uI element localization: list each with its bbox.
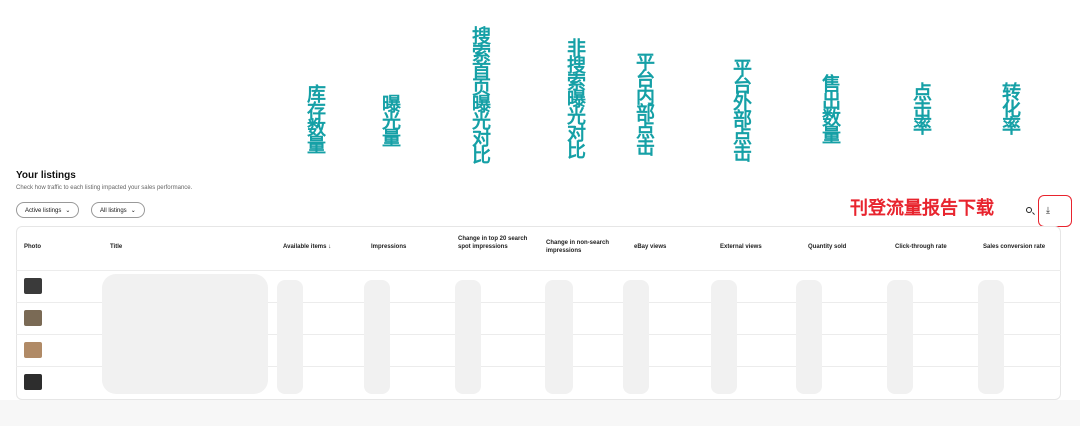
- annotation-non-search-impressions: 非搜索曝光对比: [564, 38, 585, 157]
- redacted-conversion-rate: [978, 280, 1004, 394]
- annotation-impressions: 曝光量: [379, 94, 400, 145]
- column-header-impressions[interactable]: Impressions: [371, 243, 406, 251]
- column-header-quantity-sold[interactable]: Quantity sold: [808, 243, 846, 251]
- column-header-photo: Photo: [24, 244, 41, 250]
- chevron-down-icon: ⌄: [65, 208, 71, 214]
- bottom-background: [0, 400, 1080, 426]
- search-icon[interactable]: [1026, 207, 1032, 213]
- annotation-conversion-rate: 转化率: [999, 82, 1020, 133]
- annotation-available-items: 库存数量: [304, 84, 325, 152]
- redacted-titles: [102, 274, 268, 394]
- column-header-ebay-views[interactable]: eBay views: [634, 243, 666, 251]
- redacted-non-search-change: [545, 280, 573, 394]
- annotation-quantity-sold: 售出数量: [819, 74, 840, 142]
- listing-photo[interactable]: [24, 310, 42, 326]
- column-header-non-search-impressions[interactable]: Change in non-search impressions: [546, 239, 620, 255]
- row-divider: [16, 270, 1061, 271]
- redacted-impressions: [364, 280, 390, 394]
- listing-photo[interactable]: [24, 342, 42, 358]
- column-header-top20-impressions[interactable]: Change in top 20 search spot impressions: [458, 235, 536, 251]
- top-background: [0, 0, 1080, 160]
- page-subtitle: Check how traffic to each listing impact…: [16, 185, 193, 191]
- redacted-click-through-rate: [887, 280, 913, 394]
- all-listings-label: All listings: [100, 208, 127, 214]
- column-header-available-items[interactable]: Available items ↓: [283, 243, 331, 251]
- redacted-external-views: [711, 280, 737, 394]
- download-icon[interactable]: ⤓: [1046, 205, 1050, 216]
- column-header-click-through-rate[interactable]: Click-through rate: [895, 243, 947, 251]
- listing-photo[interactable]: [24, 374, 42, 390]
- annotation-click-through-rate: 点击率: [910, 82, 931, 133]
- page-title: Your listings: [16, 170, 76, 181]
- annotation-top20-impressions: 搜索首页曝光对比: [469, 26, 490, 162]
- chevron-down-icon: ⌄: [130, 208, 136, 214]
- redacted-top20-change: [455, 280, 481, 394]
- column-header-title: Title: [110, 244, 123, 250]
- listing-photo[interactable]: [24, 278, 42, 294]
- redacted-available-items: [277, 280, 303, 394]
- all-listings-dropdown[interactable]: All listings ⌄: [91, 202, 145, 218]
- annotation-external-views: 平台外部点击: [730, 58, 751, 160]
- annotation-ebay-views: 平台内部点击: [633, 52, 654, 154]
- report-download-annotation: 刊登流量报告下载: [850, 198, 994, 218]
- redacted-ebay-views: [623, 280, 649, 394]
- download-highlight-box: [1038, 195, 1072, 227]
- redacted-quantity-sold: [796, 280, 822, 394]
- column-header-sales-conversion-rate[interactable]: Sales conversion rate: [983, 243, 1045, 251]
- active-listings-dropdown[interactable]: Active listings ⌄: [16, 202, 80, 218]
- column-header-external-views[interactable]: External views: [720, 243, 762, 251]
- active-listings-label: Active listings: [25, 208, 62, 214]
